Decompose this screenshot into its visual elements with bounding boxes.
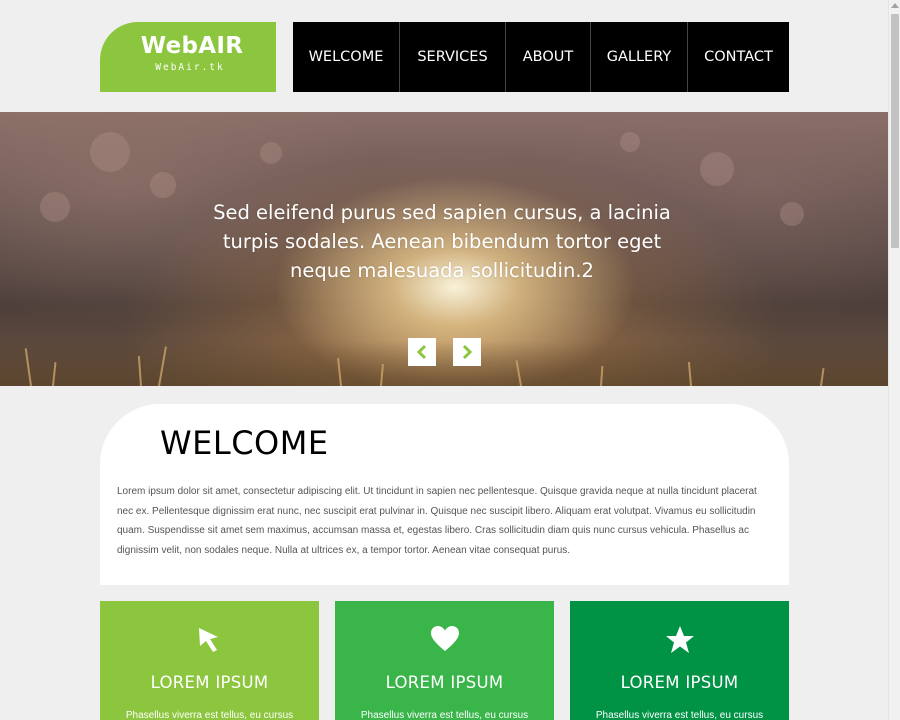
welcome-section: WELCOME Lorem ipsum dolor sit amet, cons… xyxy=(100,404,789,585)
feature-text: Phasellus viverra est tellus, eu cursus xyxy=(595,710,764,720)
hero-bokeh xyxy=(620,132,640,152)
site-logo[interactable]: WebAIR WebAir.tk xyxy=(100,22,276,92)
hero-bokeh xyxy=(90,132,130,172)
hero-grass xyxy=(0,341,888,386)
page-scrollbar[interactable] xyxy=(888,0,900,720)
nav-item-welcome[interactable]: WELCOME xyxy=(293,22,400,92)
logo-subtitle: WebAir.tk xyxy=(155,62,225,73)
nav-item-services[interactable]: SERVICES xyxy=(400,22,506,92)
feature-title: LOREM IPSUM xyxy=(150,673,269,692)
feature-text: Phasellus viverra est tellus, eu cursus xyxy=(125,710,294,720)
chevron-right-icon xyxy=(462,344,473,360)
slider-next-button[interactable] xyxy=(453,338,481,366)
feature-title: LOREM IPSUM xyxy=(385,673,504,692)
chevron-left-icon xyxy=(416,344,427,360)
logo-title: WebAIR xyxy=(140,33,244,59)
nav-item-gallery[interactable]: GALLERY xyxy=(591,22,688,92)
feature-box-1[interactable]: LOREM IPSUM Phasellus viverra est tellus… xyxy=(100,601,319,720)
welcome-body: Lorem ipsum dolor sit amet, consectetur … xyxy=(117,486,757,556)
hero-bokeh xyxy=(40,192,70,222)
feature-title: LOREM IPSUM xyxy=(620,673,739,692)
star-icon xyxy=(665,626,694,653)
feature-text: Phasellus viverra est tellus, eu cursus xyxy=(360,710,529,720)
hero-bokeh xyxy=(260,142,282,164)
scrollbar-thumb[interactable] xyxy=(891,14,899,248)
slider-prev-button[interactable] xyxy=(408,338,436,366)
heart-icon xyxy=(430,626,459,651)
hero-bokeh xyxy=(780,202,804,226)
feature-box-3[interactable]: LOREM IPSUM Phasellus viverra est tellus… xyxy=(570,601,789,720)
welcome-title: WELCOME xyxy=(160,424,329,462)
scroll-up-arrow-icon[interactable] xyxy=(891,3,899,8)
hero-bokeh xyxy=(150,172,176,198)
main-nav: WELCOME SERVICES ABOUT GALLERY CONTACT xyxy=(293,22,789,92)
nav-item-contact[interactable]: CONTACT xyxy=(688,22,789,92)
feature-box-2[interactable]: LOREM IPSUM Phasellus viverra est tellus… xyxy=(335,601,554,720)
hero-bokeh xyxy=(700,152,734,186)
hero-caption: Sed eleifend purus sed sapien cursus, a … xyxy=(213,201,671,282)
cursor-icon xyxy=(198,628,218,652)
nav-item-about[interactable]: ABOUT xyxy=(506,22,591,92)
hero-slider: Sed eleifend purus sed sapien cursus, a … xyxy=(0,112,888,386)
